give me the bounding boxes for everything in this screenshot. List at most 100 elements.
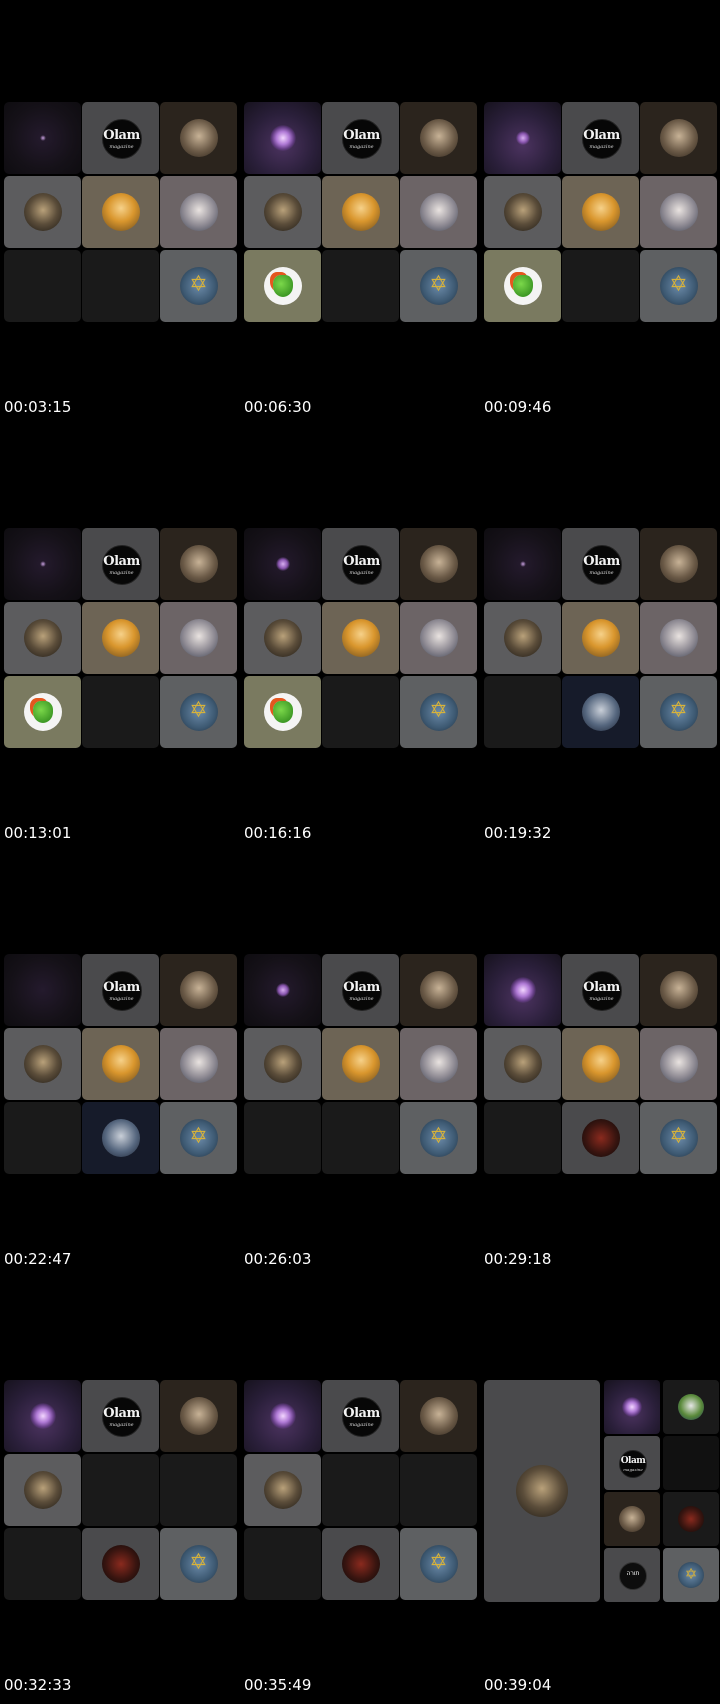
tile-active-speaker[interactable] [484, 1380, 600, 1602]
tile-empty[interactable] [244, 1102, 321, 1174]
tile-skull[interactable] [160, 528, 237, 600]
tile-star[interactable] [400, 250, 477, 322]
tile-star[interactable] [400, 1102, 477, 1174]
tile-empty[interactable] [4, 1102, 81, 1174]
tile-soldier[interactable] [244, 602, 321, 674]
tile-star[interactable] [640, 1102, 717, 1174]
tile-empty[interactable] [4, 1528, 81, 1600]
tile-skull[interactable] [400, 1380, 477, 1452]
tile-hooded[interactable] [82, 1102, 159, 1174]
tile-woman[interactable] [160, 602, 237, 674]
tile-star[interactable] [160, 1528, 237, 1600]
tile-woman[interactable] [640, 1028, 717, 1100]
tile-character[interactable] [562, 176, 639, 248]
tile-empty[interactable] [322, 676, 399, 748]
tile-star[interactable] [640, 676, 717, 748]
tile-soldier[interactable] [244, 1454, 321, 1526]
tile-olam[interactable]: Olam magazine [562, 528, 639, 600]
tile-flower[interactable] [244, 102, 321, 174]
tile-soldier[interactable] [244, 176, 321, 248]
tile-blanka[interactable] [244, 676, 321, 748]
tile-torah[interactable] [604, 1548, 660, 1602]
tile-skull[interactable] [640, 528, 717, 600]
tile-flower[interactable] [484, 954, 561, 1026]
tile-woman[interactable] [400, 176, 477, 248]
tile-skull[interactable] [160, 954, 237, 1026]
tile-star[interactable] [663, 1548, 719, 1602]
tile-character[interactable] [82, 1028, 159, 1100]
tile-flower[interactable] [244, 954, 321, 1026]
tile-flower[interactable] [4, 1380, 81, 1452]
tile-skull[interactable] [400, 954, 477, 1026]
tile-soldier[interactable] [484, 602, 561, 674]
tile-woman[interactable] [160, 1028, 237, 1100]
tile-character[interactable] [82, 176, 159, 248]
tile-star[interactable] [160, 676, 237, 748]
tile-soldier[interactable] [484, 176, 561, 248]
tile-blanka[interactable] [244, 250, 321, 322]
tile-skull[interactable] [160, 1380, 237, 1452]
tile-cartoon[interactable] [663, 1380, 719, 1434]
tile-olam[interactable]: Olam magazine [322, 1380, 399, 1452]
tile-empty[interactable] [322, 1102, 399, 1174]
tile-woman[interactable] [640, 176, 717, 248]
tile-empty[interactable] [400, 1454, 477, 1526]
tile-skull[interactable] [400, 528, 477, 600]
tile-flower[interactable] [4, 528, 81, 600]
tile-skull[interactable] [640, 954, 717, 1026]
tile-blanka[interactable] [484, 250, 561, 322]
tile-soldier[interactable] [244, 1028, 321, 1100]
tile-soldier[interactable] [4, 176, 81, 248]
tile-empty[interactable] [322, 1454, 399, 1526]
tile-character[interactable] [322, 176, 399, 248]
tile-empty[interactable] [322, 250, 399, 322]
tile-flower[interactable] [484, 528, 561, 600]
tile-woman[interactable] [160, 176, 237, 248]
tile-olam[interactable]: Olam magazine [82, 528, 159, 600]
tile-skull[interactable] [400, 102, 477, 174]
tile-empty[interactable] [562, 250, 639, 322]
tile-flower[interactable] [244, 1380, 321, 1452]
tile-empty[interactable] [82, 250, 159, 322]
tile-olam[interactable]: Olam magazine [322, 528, 399, 600]
tile-flower[interactable] [244, 528, 321, 600]
tile-flower[interactable] [4, 954, 81, 1026]
tile-empty[interactable] [484, 676, 561, 748]
tile-olam[interactable]: Olam magazine [322, 954, 399, 1026]
tile-star[interactable] [400, 676, 477, 748]
tile-empty[interactable] [663, 1436, 719, 1490]
tile-woman[interactable] [400, 1028, 477, 1100]
tile-soldier[interactable] [4, 602, 81, 674]
tile-character[interactable] [82, 602, 159, 674]
tile-olam[interactable]: Olam magazine [562, 102, 639, 174]
tile-soldier[interactable] [484, 1028, 561, 1100]
tile-empty[interactable] [160, 1454, 237, 1526]
tile-empty[interactable] [484, 1102, 561, 1174]
tile-empty[interactable] [82, 676, 159, 748]
tile-skull[interactable] [604, 1492, 660, 1546]
tile-woman[interactable] [400, 602, 477, 674]
tile-character[interactable] [322, 1028, 399, 1100]
tile-skull[interactable] [640, 102, 717, 174]
tile-empty[interactable] [4, 250, 81, 322]
tile-red[interactable] [322, 1528, 399, 1600]
tile-olam[interactable]: Olam magazine [562, 954, 639, 1026]
tile-star[interactable] [160, 250, 237, 322]
tile-empty[interactable] [4, 102, 81, 174]
tile-olam[interactable]: Olam magazine [82, 954, 159, 1026]
tile-character[interactable] [322, 602, 399, 674]
tile-red[interactable] [562, 1102, 639, 1174]
tile-red[interactable] [663, 1492, 719, 1546]
tile-soldier[interactable] [4, 1028, 81, 1100]
tile-olam[interactable]: Olam magazine [82, 1380, 159, 1452]
tile-flower[interactable] [604, 1380, 660, 1434]
tile-woman[interactable] [640, 602, 717, 674]
tile-red[interactable] [82, 1528, 159, 1600]
tile-blanka[interactable] [4, 676, 81, 748]
tile-soldier[interactable] [4, 1454, 81, 1526]
tile-star[interactable] [640, 250, 717, 322]
tile-flower[interactable] [484, 102, 561, 174]
tile-character[interactable] [562, 602, 639, 674]
tile-empty[interactable] [82, 1454, 159, 1526]
tile-hooded[interactable] [562, 676, 639, 748]
